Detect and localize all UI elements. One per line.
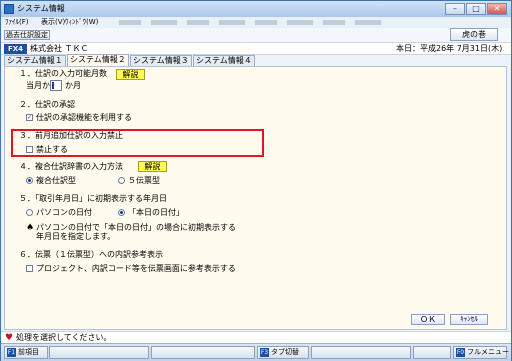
toranomaki-button[interactable]: 虎の巻 — [450, 28, 498, 41]
section2-title: ２．仕訳の承認 — [19, 100, 75, 109]
months-suffix-label: か月 — [65, 81, 81, 90]
section1-explain-button[interactable]: 解説 — [116, 69, 145, 80]
menu-file[interactable]: ﾌｧｲﾙ(F) — [5, 17, 29, 28]
f0-key-label: F0 — [456, 348, 465, 357]
approval-checkbox[interactable]: ✓ — [26, 114, 33, 121]
section5-note-line2: 年月日を指定します。 — [36, 232, 116, 241]
menu-window[interactable]: ｳｨﾝﾄﾞｳ(W) — [65, 17, 98, 28]
fx4-badge: FX4 — [4, 44, 27, 54]
function-key-slot-empty — [151, 346, 255, 359]
menu-item-obscured — [355, 20, 381, 25]
today-date-radio-label: 「本日の日付」 — [128, 208, 184, 217]
history-settings-button[interactable]: 過去仕訳設定 — [4, 30, 50, 40]
f1-prev-item-button[interactable]: F1 前項目 — [4, 346, 48, 359]
minimize-button[interactable]: – — [445, 3, 465, 15]
cancel-button[interactable]: ｷｬﾝｾﾙ — [450, 314, 488, 325]
maximize-button[interactable]: □ — [466, 3, 486, 15]
section4-explain-button[interactable]: 解説 — [138, 161, 167, 172]
menu-view[interactable]: 表示(V) — [41, 17, 65, 28]
status-bar: ♥ 処理を選択してください。 — [1, 331, 511, 343]
today-date-radio[interactable] — [118, 209, 125, 216]
approval-checkbox-label: 仕訳の承認機能を利用する — [36, 113, 132, 122]
section1-title: １．仕訳の入力可能月数 — [19, 69, 107, 78]
status-message: 処理を選択してください。 — [16, 333, 112, 342]
menu-bar: ﾌｧｲﾙ(F) 表示(V) ｳｨﾝﾄﾞｳ(W) — [1, 17, 511, 28]
tab-system-info-2[interactable]: システム情報２ — [67, 54, 129, 66]
heart-icon: ♥ — [5, 333, 14, 343]
f0-full-menu-button[interactable]: F0 フルメニュー — [453, 346, 509, 359]
compound-radio[interactable] — [26, 177, 33, 184]
ok-button[interactable]: ＯＫ — [411, 314, 445, 325]
menu-item-obscured — [287, 20, 313, 25]
pc-date-radio[interactable] — [26, 209, 33, 216]
menu-item-obscured — [219, 20, 245, 25]
spade-icon: ♠ — [26, 223, 35, 233]
menu-item-obscured — [151, 20, 177, 25]
menu-item-obscured — [323, 20, 345, 25]
five-slip-radio[interactable] — [118, 177, 125, 184]
tab-system-info-3[interactable]: システム情報３ — [130, 55, 192, 66]
reference-display-checkbox-label: プロジェクト、内訳コード等を伝票画面に参考表示する — [36, 264, 236, 273]
menu-item-obscured — [119, 20, 141, 25]
compound-radio-label: 複合仕訳型 — [36, 176, 76, 185]
f0-label: フルメニュー — [467, 348, 509, 356]
function-key-slot-empty — [413, 346, 451, 359]
section6-title: ６．伝票（１伝票型）への内訳参考表示 — [19, 250, 163, 259]
today-date: 本日：平成26年 7月31日(木) — [396, 44, 503, 53]
tab-system-info-4[interactable]: システム情報４ — [193, 55, 255, 66]
system-info-window: システム情報 – □ ✕ ﾌｧｲﾙ(F) 表示(V) ｳｨﾝﾄﾞｳ(W) 過去仕… — [0, 0, 512, 361]
function-key-slot-empty — [49, 346, 149, 359]
title-bar: システム情報 – □ ✕ — [1, 1, 511, 17]
toolbar — [1, 28, 511, 42]
section4-title: ４．複合仕訳辞書の入力方法 — [19, 162, 123, 171]
pc-date-radio-label: パソコンの日付 — [36, 208, 92, 217]
f3-tab-switch-button[interactable]: F3 タブ切替 — [257, 346, 309, 359]
function-key-slot-empty — [311, 346, 411, 359]
menu-item-obscured — [255, 20, 277, 25]
function-key-bar: F1 前項目 F3 タブ切替 F0 フルメニュー — [1, 343, 511, 361]
window-title: システム情報 — [17, 4, 65, 13]
f3-key-label: F3 — [260, 348, 269, 357]
months-input[interactable] — [50, 80, 62, 91]
reference-display-checkbox[interactable] — [26, 265, 33, 272]
menu-item-obscured — [187, 20, 209, 25]
five-slip-radio-label: ５伝票型 — [128, 176, 160, 185]
highlight-box — [11, 129, 264, 157]
section5-title: ５．「取引年月日」に初期表示する年月日 — [19, 194, 167, 203]
f1-label: 前項目 — [18, 348, 39, 356]
f3-label: タブ切替 — [271, 348, 299, 356]
tab-system-info-1[interactable]: システム情報１ — [4, 55, 66, 66]
app-icon — [4, 4, 14, 14]
close-button[interactable]: ✕ — [487, 3, 507, 15]
f1-key-label: F1 — [7, 348, 16, 357]
